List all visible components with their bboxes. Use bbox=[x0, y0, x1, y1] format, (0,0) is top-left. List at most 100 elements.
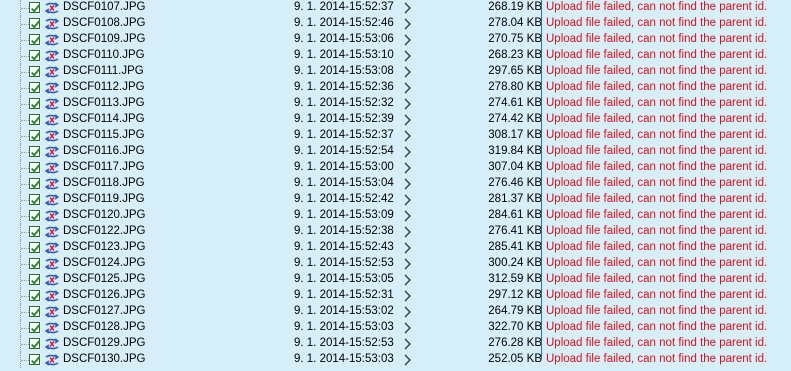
file-size: 276.46 KB bbox=[488, 177, 542, 189]
file-name: DSCF0118.JPG bbox=[63, 177, 145, 189]
status-message: Upload file failed, can not find the par… bbox=[546, 97, 768, 109]
file-name: DSCF0119.JPG bbox=[63, 193, 145, 205]
upload-transfer-icon bbox=[44, 273, 60, 287]
file-name: DSCF0114.JPG bbox=[63, 113, 145, 125]
row-checkbox[interactable] bbox=[29, 66, 41, 77]
upload-transfer-icon bbox=[44, 225, 60, 239]
file-size: 274.42 KB bbox=[488, 113, 542, 125]
status-message: Upload file failed, can not find the par… bbox=[546, 177, 768, 189]
transfer-row[interactable]: DSCF0117.JPG 9. 1. 2014-15:53:00 307.04 KB… bbox=[0, 160, 791, 176]
upload-transfer-icon bbox=[44, 353, 60, 367]
file-date: 9. 1. 2014-15:52:31 bbox=[294, 289, 394, 301]
file-name: DSCF0122.JPG bbox=[63, 225, 146, 237]
row-checkbox[interactable] bbox=[29, 290, 41, 301]
transfer-row[interactable]: DSCF0126.JPG 9. 1. 2014-15:52:31 297.12 KB… bbox=[0, 288, 791, 304]
transfer-row[interactable]: DSCF0125.JPG 9. 1. 2014-15:53:05 312.59 KB… bbox=[0, 272, 791, 288]
chevron-right-icon bbox=[403, 240, 413, 256]
row-checkbox[interactable] bbox=[29, 322, 41, 333]
chevron-right-icon bbox=[403, 192, 413, 208]
row-checkbox[interactable] bbox=[29, 226, 41, 237]
file-name: DSCF0108.JPG bbox=[63, 17, 146, 29]
row-checkbox[interactable] bbox=[29, 258, 41, 269]
row-checkbox[interactable] bbox=[29, 34, 41, 45]
file-name: DSCF0107.JPG bbox=[63, 1, 146, 13]
status-message: Upload file failed, can not find the par… bbox=[546, 209, 768, 221]
upload-transfer-icon bbox=[44, 289, 60, 303]
file-size: 268.23 KB bbox=[488, 49, 542, 61]
row-checkbox[interactable] bbox=[29, 274, 41, 285]
status-message: Upload file failed, can not find the par… bbox=[546, 321, 768, 333]
transfer-row[interactable]: DSCF0108.JPG 9. 1. 2014-15:52:46 278.04 KB… bbox=[0, 16, 791, 32]
chevron-right-icon bbox=[403, 224, 413, 240]
upload-transfer-icon bbox=[44, 129, 60, 143]
tree-branch bbox=[21, 296, 29, 297]
transfer-row[interactable]: DSCF0113.JPG 9. 1. 2014-15:52:32 274.61 KB… bbox=[0, 96, 791, 112]
tree-branch bbox=[21, 360, 29, 361]
chevron-right-icon bbox=[403, 48, 413, 64]
transfer-row[interactable]: DSCF0127.JPG 9. 1. 2014-15:53:02 264.79 KB… bbox=[0, 304, 791, 320]
row-checkbox[interactable] bbox=[29, 98, 41, 109]
file-name: DSCF0130.JPG bbox=[63, 353, 146, 365]
file-size: 322.70 KB bbox=[488, 321, 542, 333]
row-checkbox[interactable] bbox=[29, 354, 41, 365]
tree-branch bbox=[21, 232, 29, 233]
row-checkbox[interactable] bbox=[29, 18, 41, 29]
row-checkbox[interactable] bbox=[29, 194, 41, 205]
file-size: 308.17 KB bbox=[488, 129, 542, 141]
transfer-row[interactable]: DSCF0130.JPG 9. 1. 2014-15:53:03 252.05 KB… bbox=[0, 352, 791, 368]
transfer-row[interactable]: DSCF0129.JPG 9. 1. 2014-15:52:53 276.28 KB… bbox=[0, 336, 791, 352]
transfer-row[interactable]: DSCF0116.JPG 9. 1. 2014-15:52:54 319.84 KB… bbox=[0, 144, 791, 160]
row-checkbox[interactable] bbox=[29, 146, 41, 157]
transfer-row[interactable]: DSCF0118.JPG 9. 1. 2014-15:53:04 276.46 KB… bbox=[0, 176, 791, 192]
transfer-row[interactable]: DSCF0119.JPG 9. 1. 2014-15:52:42 281.37 KB… bbox=[0, 192, 791, 208]
transfer-row[interactable]: DSCF0115.JPG 9. 1. 2014-15:52:37 308.17 KB… bbox=[0, 128, 791, 144]
row-checkbox[interactable] bbox=[29, 178, 41, 189]
tree-branch bbox=[21, 72, 29, 73]
tree-branch bbox=[21, 56, 29, 57]
row-checkbox[interactable] bbox=[29, 130, 41, 141]
row-checkbox[interactable] bbox=[29, 162, 41, 173]
transfer-row[interactable]: DSCF0123.JPG 9. 1. 2014-15:52:43 285.41 KB… bbox=[0, 240, 791, 256]
column-divider[interactable] bbox=[541, 0, 542, 359]
file-date: 9. 1. 2014-15:53:09 bbox=[294, 209, 394, 221]
transfer-row[interactable]: DSCF0111.JPG 9. 1. 2014-15:53:08 297.65 KB… bbox=[0, 64, 791, 80]
transfer-row[interactable]: DSCF0110.JPG 9. 1. 2014-15:53:10 268.23 KB… bbox=[0, 48, 791, 64]
row-checkbox[interactable] bbox=[29, 242, 41, 253]
file-size: 278.80 KB bbox=[488, 81, 542, 93]
row-checkbox[interactable] bbox=[29, 50, 41, 61]
file-size: 312.59 KB bbox=[488, 273, 542, 285]
chevron-right-icon bbox=[403, 336, 413, 352]
row-checkbox[interactable] bbox=[29, 114, 41, 125]
transfer-row[interactable]: DSCF0128.JPG 9. 1. 2014-15:53:03 322.70 KB… bbox=[0, 320, 791, 336]
upload-transfer-icon bbox=[44, 17, 60, 31]
status-message: Upload file failed, can not find the par… bbox=[546, 305, 768, 317]
row-checkbox[interactable] bbox=[29, 210, 41, 221]
file-size: 284.61 KB bbox=[488, 209, 542, 221]
status-message: Upload file failed, can not find the par… bbox=[546, 65, 768, 77]
row-checkbox[interactable] bbox=[29, 306, 41, 317]
file-name: DSCF0128.JPG bbox=[63, 321, 146, 333]
file-date: 9. 1. 2014-15:53:02 bbox=[294, 305, 394, 317]
file-name: DSCF0115.JPG bbox=[63, 129, 145, 141]
transfer-row[interactable]: DSCF0112.JPG 9. 1. 2014-15:52:36 278.80 KB… bbox=[0, 80, 791, 96]
file-size: 307.04 KB bbox=[488, 161, 542, 173]
row-checkbox[interactable] bbox=[29, 82, 41, 93]
file-name: DSCF0111.JPG bbox=[63, 65, 144, 77]
transfer-row[interactable]: DSCF0124.JPG 9. 1. 2014-15:52:53 300.24 KB… bbox=[0, 256, 791, 272]
file-date: 9. 1. 2014-15:53:10 bbox=[294, 49, 394, 61]
chevron-right-icon bbox=[403, 352, 413, 368]
file-size: 252.05 KB bbox=[488, 353, 542, 365]
transfer-row[interactable]: DSCF0120.JPG 9. 1. 2014-15:53:09 284.61 KB… bbox=[0, 208, 791, 224]
file-date: 9. 1. 2014-15:52:38 bbox=[294, 225, 394, 237]
transfer-row[interactable]: DSCF0107.JPG 9. 1. 2014-15:52:37 268.19 KB… bbox=[0, 0, 791, 16]
transfer-row[interactable]: DSCF0109.JPG 9. 1. 2014-15:53:06 270.75 KB… bbox=[0, 32, 791, 48]
transfer-row[interactable]: DSCF0114.JPG 9. 1. 2014-15:52:39 274.42 KB… bbox=[0, 112, 791, 128]
file-date: 9. 1. 2014-15:52:54 bbox=[294, 145, 394, 157]
status-message: Upload file failed, can not find the par… bbox=[546, 49, 768, 61]
chevron-right-icon bbox=[403, 144, 413, 160]
transfer-row[interactable]: DSCF0122.JPG 9. 1. 2014-15:52:38 276.41 KB… bbox=[0, 224, 791, 240]
chevron-right-icon bbox=[403, 160, 413, 176]
file-date: 9. 1. 2014-15:53:04 bbox=[294, 177, 394, 189]
row-checkbox[interactable] bbox=[29, 2, 41, 13]
row-checkbox[interactable] bbox=[29, 338, 41, 349]
